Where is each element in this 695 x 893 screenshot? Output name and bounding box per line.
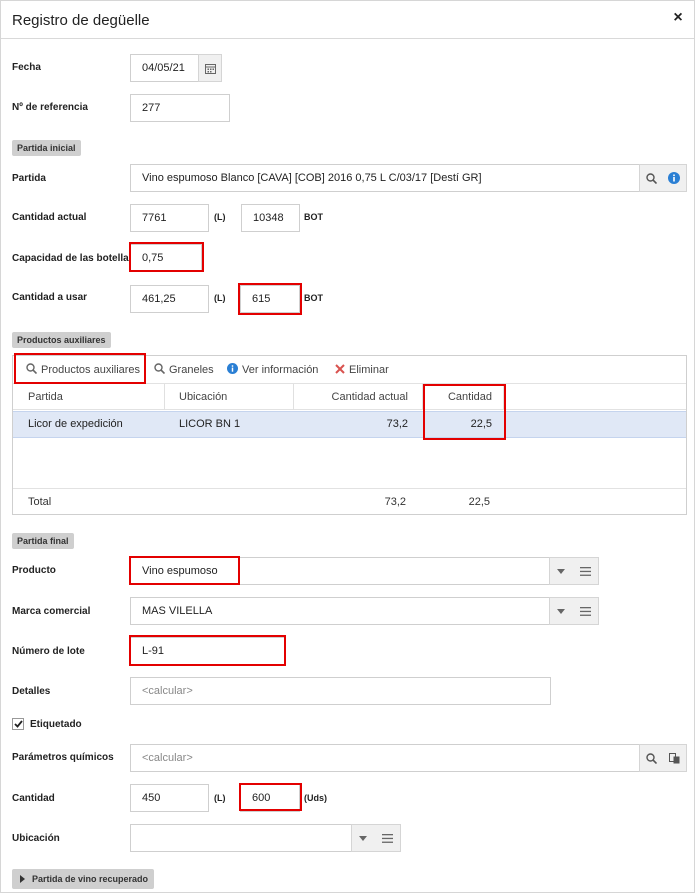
- detalles-label: Detalles: [12, 686, 51, 697]
- fecha-input[interactable]: 04/05/21: [130, 54, 199, 82]
- cell-cantidad-actual: 73,2: [386, 418, 408, 430]
- checkmark-icon: [13, 715, 23, 733]
- cantidad-usar-l-input[interactable]: 461,25: [130, 285, 209, 313]
- unit-bot: BOT: [304, 293, 323, 303]
- parametros-input[interactable]: <calcular>: [130, 744, 640, 772]
- info-icon: [227, 363, 238, 377]
- grid-toolbar: Productos auxiliares Graneles Ver inform…: [13, 356, 686, 384]
- menu-icon[interactable]: [579, 566, 591, 576]
- menu-icon[interactable]: [579, 606, 591, 616]
- grid-footer: Total 73,2 22,5: [13, 488, 686, 514]
- etiquetado-checkbox[interactable]: [12, 718, 24, 730]
- cantidad-actual-bot-input[interactable]: 10348: [241, 204, 300, 232]
- referencia-label: Nº de referencia: [12, 102, 88, 113]
- producto-actions: [549, 557, 599, 585]
- cantidad-usar-label: Cantidad a usar: [12, 292, 88, 303]
- footer-cantidad: 22,5: [468, 496, 490, 508]
- footer-cantidad-actual: 73,2: [384, 496, 406, 508]
- column-divider: [164, 384, 165, 410]
- unit-uds: (Uds): [304, 793, 327, 803]
- chevron-down-icon[interactable]: [557, 608, 566, 614]
- ver-informacion-button-label: Ver información: [242, 364, 319, 376]
- productos-auxiliares-button-label: Productos auxiliares: [41, 364, 141, 376]
- cell-partida: Licor de expedición: [28, 418, 123, 430]
- section-productos-auxiliares: Productos auxiliares: [12, 332, 111, 348]
- parametros-label: Parámetros químicos: [12, 752, 114, 763]
- unit-l: (L): [214, 212, 226, 222]
- column-header-partida[interactable]: Partida: [28, 384, 63, 410]
- section-partida-inicial: Partida inicial: [12, 140, 81, 156]
- capacidad-label: Capacidad de las botellas: [12, 253, 135, 264]
- cantidad-usar-bot-input[interactable]: 615: [240, 285, 300, 313]
- cantidad-uds-input[interactable]: 600: [240, 784, 300, 812]
- footer-total-label: Total: [28, 496, 52, 508]
- column-header-cantidad-actual[interactable]: Cantidad actual: [293, 384, 408, 410]
- producto-select[interactable]: Vino espumoso: [130, 557, 550, 585]
- cantidad-actual-label: Cantidad actual: [12, 212, 87, 223]
- graneles-button-label: Graneles: [169, 364, 214, 376]
- grid-header: Partida Ubicación Cantidad actual Cantid…: [13, 384, 686, 410]
- chevron-down-icon[interactable]: [359, 835, 368, 841]
- deguelle-dialog: Registro de degüelle × Fecha 04/05/21 Nº…: [0, 0, 695, 893]
- section-partida-final: Partida final: [12, 533, 74, 549]
- column-divider: [503, 384, 504, 410]
- dialog-titlebar: Registro de degüelle ×: [1, 1, 694, 39]
- menu-icon[interactable]: [381, 833, 393, 843]
- chevron-down-icon[interactable]: [557, 568, 566, 574]
- ver-informacion-button[interactable]: Ver información: [227, 362, 318, 378]
- lote-input[interactable]: L-91: [130, 637, 285, 665]
- parametros-actions: [639, 744, 687, 772]
- partida-actions: [639, 164, 687, 192]
- partida-label: Partida: [12, 173, 46, 184]
- graneles-button[interactable]: Graneles: [154, 362, 214, 378]
- info-icon[interactable]: [668, 172, 681, 184]
- caret-right-icon: [20, 875, 25, 883]
- detalles-input[interactable]: <calcular>: [130, 677, 551, 705]
- cantidad-l-input[interactable]: 450: [130, 784, 209, 812]
- column-header-ubicacion[interactable]: Ubicación: [179, 384, 227, 410]
- search-icon: [26, 363, 38, 377]
- productos-auxiliares-grid: Productos auxiliares Graneles Ver inform…: [12, 355, 687, 515]
- calendar-icon[interactable]: [198, 54, 222, 82]
- close-icon[interactable]: ×: [670, 10, 686, 26]
- cantidad-actual-l-input[interactable]: 7761: [130, 204, 209, 232]
- marca-actions: [549, 597, 599, 625]
- referencia-input[interactable]: 277: [130, 94, 230, 122]
- partida-vino-recuperado-label: Partida de vino recuperado: [32, 874, 149, 884]
- partida-input[interactable]: Vino espumoso Blanco [CAVA] [COB] 2016 0…: [130, 164, 640, 192]
- cell-ubicacion: LICOR BN 1: [179, 418, 241, 430]
- capacidad-input[interactable]: 0,75: [130, 244, 202, 272]
- productos-auxiliares-button[interactable]: Productos auxiliares: [26, 362, 140, 378]
- dialog-title: Registro de degüelle: [12, 12, 150, 29]
- fecha-label: Fecha: [12, 62, 41, 73]
- etiquetado-label: Etiquetado: [30, 719, 82, 730]
- search-icon[interactable]: [646, 172, 657, 184]
- ubicacion-actions: [351, 824, 401, 852]
- marca-label: Marca comercial: [12, 606, 91, 617]
- ubicacion-label: Ubicación: [12, 833, 60, 844]
- table-row[interactable]: Licor de expedición LICOR BN 1 73,2 22,5: [13, 411, 686, 438]
- delete-icon: [335, 363, 345, 377]
- column-header-cantidad[interactable]: Cantidad: [422, 384, 492, 410]
- unit-l: (L): [214, 293, 226, 303]
- eliminar-button[interactable]: Eliminar: [335, 362, 389, 378]
- lote-label: Número de lote: [12, 646, 85, 657]
- search-icon[interactable]: [646, 752, 657, 764]
- partida-vino-recuperado-toggle[interactable]: Partida de vino recuperado: [12, 869, 155, 889]
- marca-select[interactable]: MAS VILELLA: [130, 597, 550, 625]
- cantidad-label: Cantidad: [12, 793, 55, 804]
- producto-label: Producto: [12, 565, 56, 576]
- unit-l: (L): [214, 793, 226, 803]
- ubicacion-select[interactable]: [130, 824, 352, 852]
- cell-cantidad[interactable]: 22,5: [422, 412, 492, 438]
- paste-icon[interactable]: [669, 752, 680, 764]
- eliminar-button-label: Eliminar: [349, 364, 389, 376]
- search-icon: [154, 363, 166, 377]
- unit-bot: BOT: [304, 212, 323, 222]
